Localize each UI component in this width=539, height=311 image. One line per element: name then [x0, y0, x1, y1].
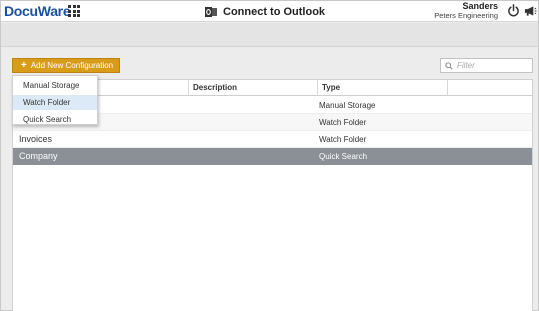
filter-input[interactable] [457, 61, 527, 70]
sub-toolbar-strip [1, 23, 538, 47]
add-configuration-menu: Manual Storage Watch Folder Quick Search [12, 75, 98, 125]
power-icon[interactable] [507, 4, 520, 17]
user-organization: Peters Engineering [434, 11, 498, 20]
table-row[interactable]: Invoices Watch Folder [13, 131, 532, 148]
row-type: Watch Folder [319, 118, 367, 127]
row-name: Invoices [19, 134, 53, 144]
apps-grid-icon[interactable] [68, 5, 80, 17]
row-type: Manual Storage [319, 101, 376, 110]
row-type: Watch Folder [319, 135, 367, 144]
search-icon [445, 61, 453, 70]
add-new-configuration-button[interactable]: + Add New Configuration [12, 58, 120, 73]
plus-icon: + [21, 59, 27, 71]
page-title-group: Connect to Outlook [205, 4, 325, 20]
docuware-logo[interactable]: DocuWare [4, 3, 71, 19]
menu-item-manual-storage[interactable]: Manual Storage [13, 78, 97, 93]
column-header-description[interactable]: Description [188, 80, 317, 96]
filter-field[interactable] [440, 58, 533, 73]
table-row-selected[interactable]: Company Quick Search [13, 148, 532, 165]
app-window: DocuWare Connect to Outlook Sanders Pete… [0, 0, 539, 311]
menu-item-watch-folder[interactable]: Watch Folder [13, 95, 97, 110]
page-title: Connect to Outlook [223, 6, 326, 18]
user-info[interactable]: Sanders Peters Engineering [434, 1, 498, 21]
top-header: DocuWare Connect to Outlook Sanders Pete… [1, 1, 538, 22]
row-type: Quick Search [319, 152, 368, 161]
column-header-type[interactable]: Type [317, 80, 447, 96]
user-name: Sanders [462, 1, 498, 11]
row-name: Company [19, 151, 58, 161]
logo-text: DocuWare [4, 3, 71, 19]
add-button-label: Add New Configuration [30, 61, 114, 70]
megaphone-icon[interactable] [524, 5, 537, 17]
column-header-extra [447, 80, 532, 96]
menu-item-quick-search[interactable]: Quick Search [13, 112, 97, 127]
outlook-icon [205, 7, 217, 17]
